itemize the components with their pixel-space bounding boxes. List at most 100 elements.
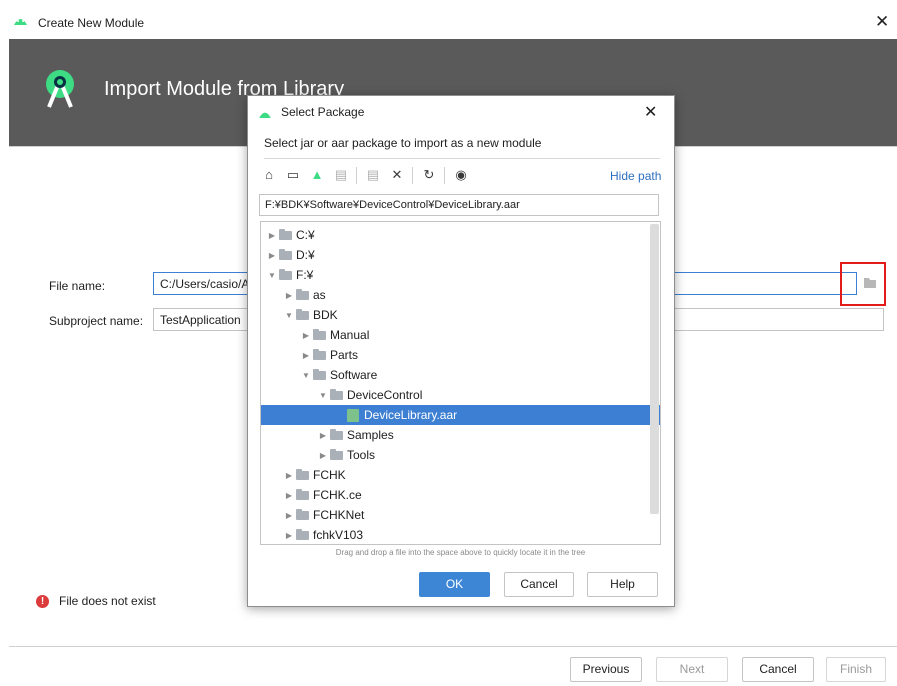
tree-item-label: BDK xyxy=(313,308,338,322)
finish-button[interactable]: Finish xyxy=(826,657,886,682)
highlight-box xyxy=(840,262,886,306)
tree-folder-item[interactable]: ▶ as xyxy=(261,285,660,305)
chevron-right-icon[interactable]: ▶ xyxy=(282,291,296,300)
select-package-dialog: Select Package ✕ Select jar or aar packa… xyxy=(247,95,675,607)
close-icon[interactable]: ✕ xyxy=(875,12,889,32)
window-titlebar: Create New Module ✕ xyxy=(0,0,897,38)
tree-item-label: as xyxy=(313,288,326,302)
chevron-right-icon[interactable]: ▶ xyxy=(316,431,330,440)
folder-icon xyxy=(296,468,309,480)
scrollbar[interactable] xyxy=(650,224,659,514)
chevron-right-icon[interactable]: ▶ xyxy=(282,471,296,480)
folder-icon xyxy=(296,288,309,300)
tree-folder-item[interactable]: ▶ FCHK.ce xyxy=(261,485,660,505)
delete-icon[interactable]: ✕ xyxy=(388,166,406,184)
toolbar-separator xyxy=(356,167,357,184)
folder-icon xyxy=(313,348,326,360)
chevron-right-icon[interactable]: ▶ xyxy=(265,251,279,260)
folder-icon xyxy=(279,268,292,280)
subproject-name-label: Subproject name: xyxy=(49,314,144,328)
tree-folder-item[interactable]: ▶ Tools xyxy=(261,445,660,465)
desktop-icon[interactable]: ▭ xyxy=(284,166,302,184)
folder-icon xyxy=(313,368,326,380)
chevron-right-icon[interactable]: ▶ xyxy=(282,491,296,500)
folder-icon xyxy=(279,228,292,240)
chevron-down-icon[interactable]: ▼ xyxy=(299,371,313,380)
tree-item-label: D:¥ xyxy=(296,248,315,262)
folder-icon xyxy=(313,328,326,340)
folder-icon xyxy=(330,388,343,400)
folder-icon xyxy=(296,308,309,320)
dialog-title: Select Package xyxy=(281,105,365,119)
new-folder-icon[interactable]: ▤ xyxy=(364,166,382,184)
file-name-label: File name: xyxy=(49,279,106,293)
cancel-button[interactable]: Cancel xyxy=(742,657,814,682)
window-title: Create New Module xyxy=(38,16,145,30)
next-button[interactable]: Next xyxy=(656,657,728,682)
folder-icon xyxy=(296,528,309,540)
tree-item-label: Tools xyxy=(347,448,376,462)
toolbar-separator xyxy=(412,167,413,184)
help-button[interactable]: Help xyxy=(587,572,658,597)
tree-item-label: fchkV103 xyxy=(313,528,364,542)
tree-folder-item[interactable]: ▶ C:¥ xyxy=(261,225,651,245)
footer-divider xyxy=(9,646,897,647)
chevron-right-icon[interactable]: ▶ xyxy=(282,511,296,520)
tree-item-label: FCHK xyxy=(313,468,346,482)
tree-folder-item[interactable]: ▼ F:¥ xyxy=(261,265,651,285)
tree-item-label: DeviceControl xyxy=(347,388,423,402)
chevron-right-icon[interactable]: ▶ xyxy=(265,231,279,240)
file-tree[interactable]: ▶ fchkV103 ▶ FCHKNet ▶ FCHK.ce ▶ FCHK ▶ Tools ▶ Sam… xyxy=(260,221,661,545)
android-studio-logo-icon xyxy=(39,67,81,112)
refresh-icon[interactable]: ↻ xyxy=(420,166,438,184)
tree-item-label: Samples xyxy=(347,428,394,442)
cancel-button[interactable]: Cancel xyxy=(504,572,574,597)
tree-item-label: Manual xyxy=(330,328,370,342)
tree-folder-item[interactable]: ▶ Manual xyxy=(261,325,660,345)
tree-folder-item[interactable]: ▼ BDK xyxy=(261,305,660,325)
tree-file-item[interactable]: DeviceLibrary.aar xyxy=(261,405,660,425)
tree-folder-item[interactable]: ▼ DeviceControl xyxy=(261,385,660,405)
android-icon xyxy=(13,14,28,28)
folder-icon xyxy=(330,448,343,460)
chevron-right-icon[interactable]: ▶ xyxy=(299,351,313,360)
tree-folder-item[interactable]: ▼ Software xyxy=(261,365,660,385)
tree-item-label: FCHK.ce xyxy=(313,488,362,502)
previous-button[interactable]: Previous xyxy=(570,657,642,682)
module-icon[interactable]: ▤ xyxy=(332,166,350,184)
chevron-right-icon[interactable]: ▶ xyxy=(299,331,313,340)
ok-button[interactable]: OK xyxy=(419,572,490,597)
error-message: ! File does not exist xyxy=(36,594,156,608)
tree-item-label: C:¥ xyxy=(296,228,315,242)
tree-folder-item[interactable]: ▶ D:¥ xyxy=(261,245,651,265)
android-project-icon[interactable]: ▲ xyxy=(308,166,326,184)
folder-icon xyxy=(296,508,309,520)
close-icon[interactable]: ✕ xyxy=(644,102,657,122)
tree-folder-item[interactable]: ▶ fchkV103 xyxy=(261,525,660,544)
home-icon[interactable]: ⌂ xyxy=(260,166,278,184)
error-icon: ! xyxy=(36,594,49,608)
tree-item-label: DeviceLibrary.aar xyxy=(364,408,458,422)
error-text: File does not exist xyxy=(59,594,156,608)
chevron-down-icon[interactable]: ▼ xyxy=(282,311,296,320)
dialog-description: Select jar or aar package to import as a… xyxy=(264,136,542,150)
divider xyxy=(264,158,660,159)
chevron-right-icon[interactable]: ▶ xyxy=(282,531,296,540)
tree-item-label: F:¥ xyxy=(296,268,314,282)
tree-item-label: Software xyxy=(330,368,378,382)
chevron-right-icon[interactable]: ▶ xyxy=(316,451,330,460)
folder-icon xyxy=(279,248,292,260)
hide-path-link[interactable]: Hide path xyxy=(610,169,661,183)
chevron-down-icon[interactable]: ▼ xyxy=(316,391,330,400)
aar-file-icon xyxy=(347,408,359,422)
show-hidden-icon[interactable]: ◉ xyxy=(452,166,470,184)
drag-hint: Drag and drop a file into the space abov… xyxy=(335,548,586,557)
tree-folder-item[interactable]: ▶ Parts xyxy=(261,345,660,365)
tree-folder-item[interactable]: ▶ Samples xyxy=(261,425,660,445)
tree-folder-item[interactable]: ▶ FCHK xyxy=(261,465,660,485)
chevron-down-icon[interactable]: ▼ xyxy=(265,271,279,280)
android-icon xyxy=(258,107,272,121)
tree-item-label: Parts xyxy=(330,348,359,362)
path-input[interactable]: F:¥BDK¥Software¥DeviceControl¥DeviceLibr… xyxy=(259,194,659,216)
tree-folder-item[interactable]: ▶ FCHKNet xyxy=(261,505,660,525)
